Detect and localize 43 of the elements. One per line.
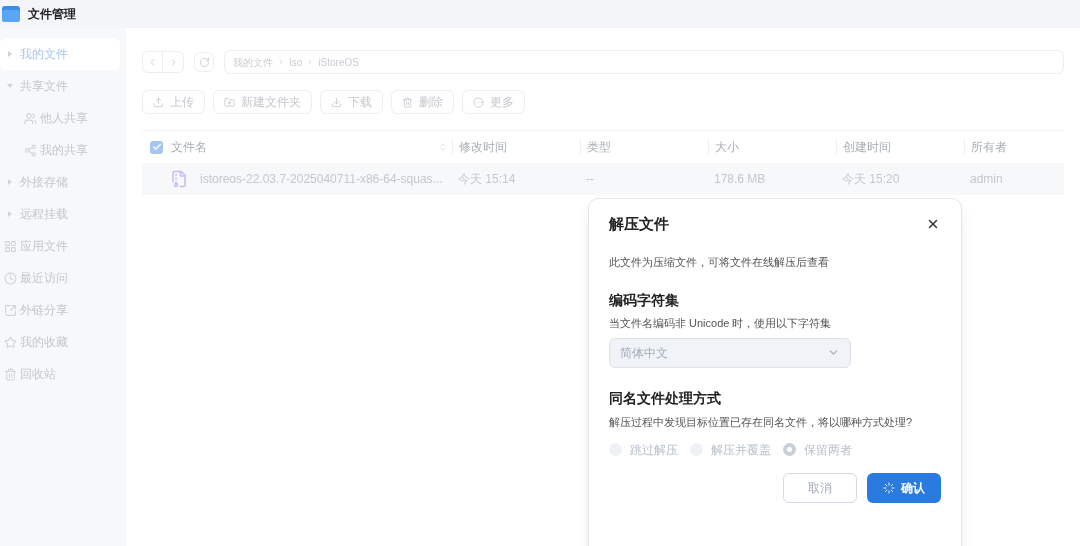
toolbar-button[interactable]: 下载	[320, 90, 383, 114]
section-heading: 同名文件处理方式	[609, 388, 722, 408]
clock-icon	[3, 271, 17, 285]
upload-icon	[153, 96, 164, 108]
trash-icon	[402, 96, 413, 108]
radio-option[interactable]: 跳过解压	[609, 440, 678, 459]
refresh-icon	[198, 56, 210, 68]
radio-option[interactable]: 解压并覆盖	[690, 440, 771, 459]
column-header[interactable]: 文件名	[171, 138, 207, 156]
charset-select[interactable]: 简体中文	[609, 337, 851, 368]
sidebar-item[interactable]: 我的文件	[0, 38, 120, 70]
column-header[interactable]: 修改时间	[459, 138, 507, 156]
more-icon	[473, 96, 484, 108]
star-icon	[3, 335, 17, 349]
column-header[interactable]: 大小	[715, 138, 739, 156]
section-hint: 解压过程中发现目标位置已存在同名文件，将以哪种方式处理?	[609, 414, 914, 430]
archive-file-icon	[170, 170, 188, 188]
column-header[interactable]: 类型	[587, 138, 611, 156]
export-icon	[3, 303, 17, 317]
dialog-description: 此文件为压缩文件，可将文件在线解压后查看	[609, 254, 830, 270]
download-icon	[331, 96, 342, 108]
spinner-icon	[883, 481, 895, 494]
grid-icon	[3, 239, 17, 253]
column-header[interactable]: 所有者	[971, 138, 1007, 156]
checkbox[interactable]	[150, 140, 163, 154]
radio-option[interactable]: 保留两者	[783, 440, 852, 459]
section-hint: 当文件名编码非 Unicode 时，使用以下字符集	[609, 316, 833, 331]
folder-icon	[2, 6, 20, 22]
column-header[interactable]: 创建时间	[843, 138, 891, 156]
share-icon	[23, 143, 37, 157]
dialog-title: 解压文件	[609, 214, 669, 234]
trash-icon	[3, 367, 17, 381]
section-heading: 编码字符集	[609, 291, 680, 310]
users-icon	[23, 111, 37, 125]
folder-plus-icon	[224, 96, 235, 108]
table-cell-text: --	[586, 171, 594, 188]
chevron-icon	[277, 58, 285, 66]
toolbar-button[interactable]: 更多	[462, 90, 525, 114]
cancel-button[interactable]: 取消	[783, 472, 857, 503]
radio-button[interactable]	[783, 443, 796, 456]
app-title: 文件管理	[28, 6, 76, 23]
refresh-button[interactable]	[194, 52, 214, 72]
confirm-button[interactable]: 确认	[867, 472, 941, 503]
